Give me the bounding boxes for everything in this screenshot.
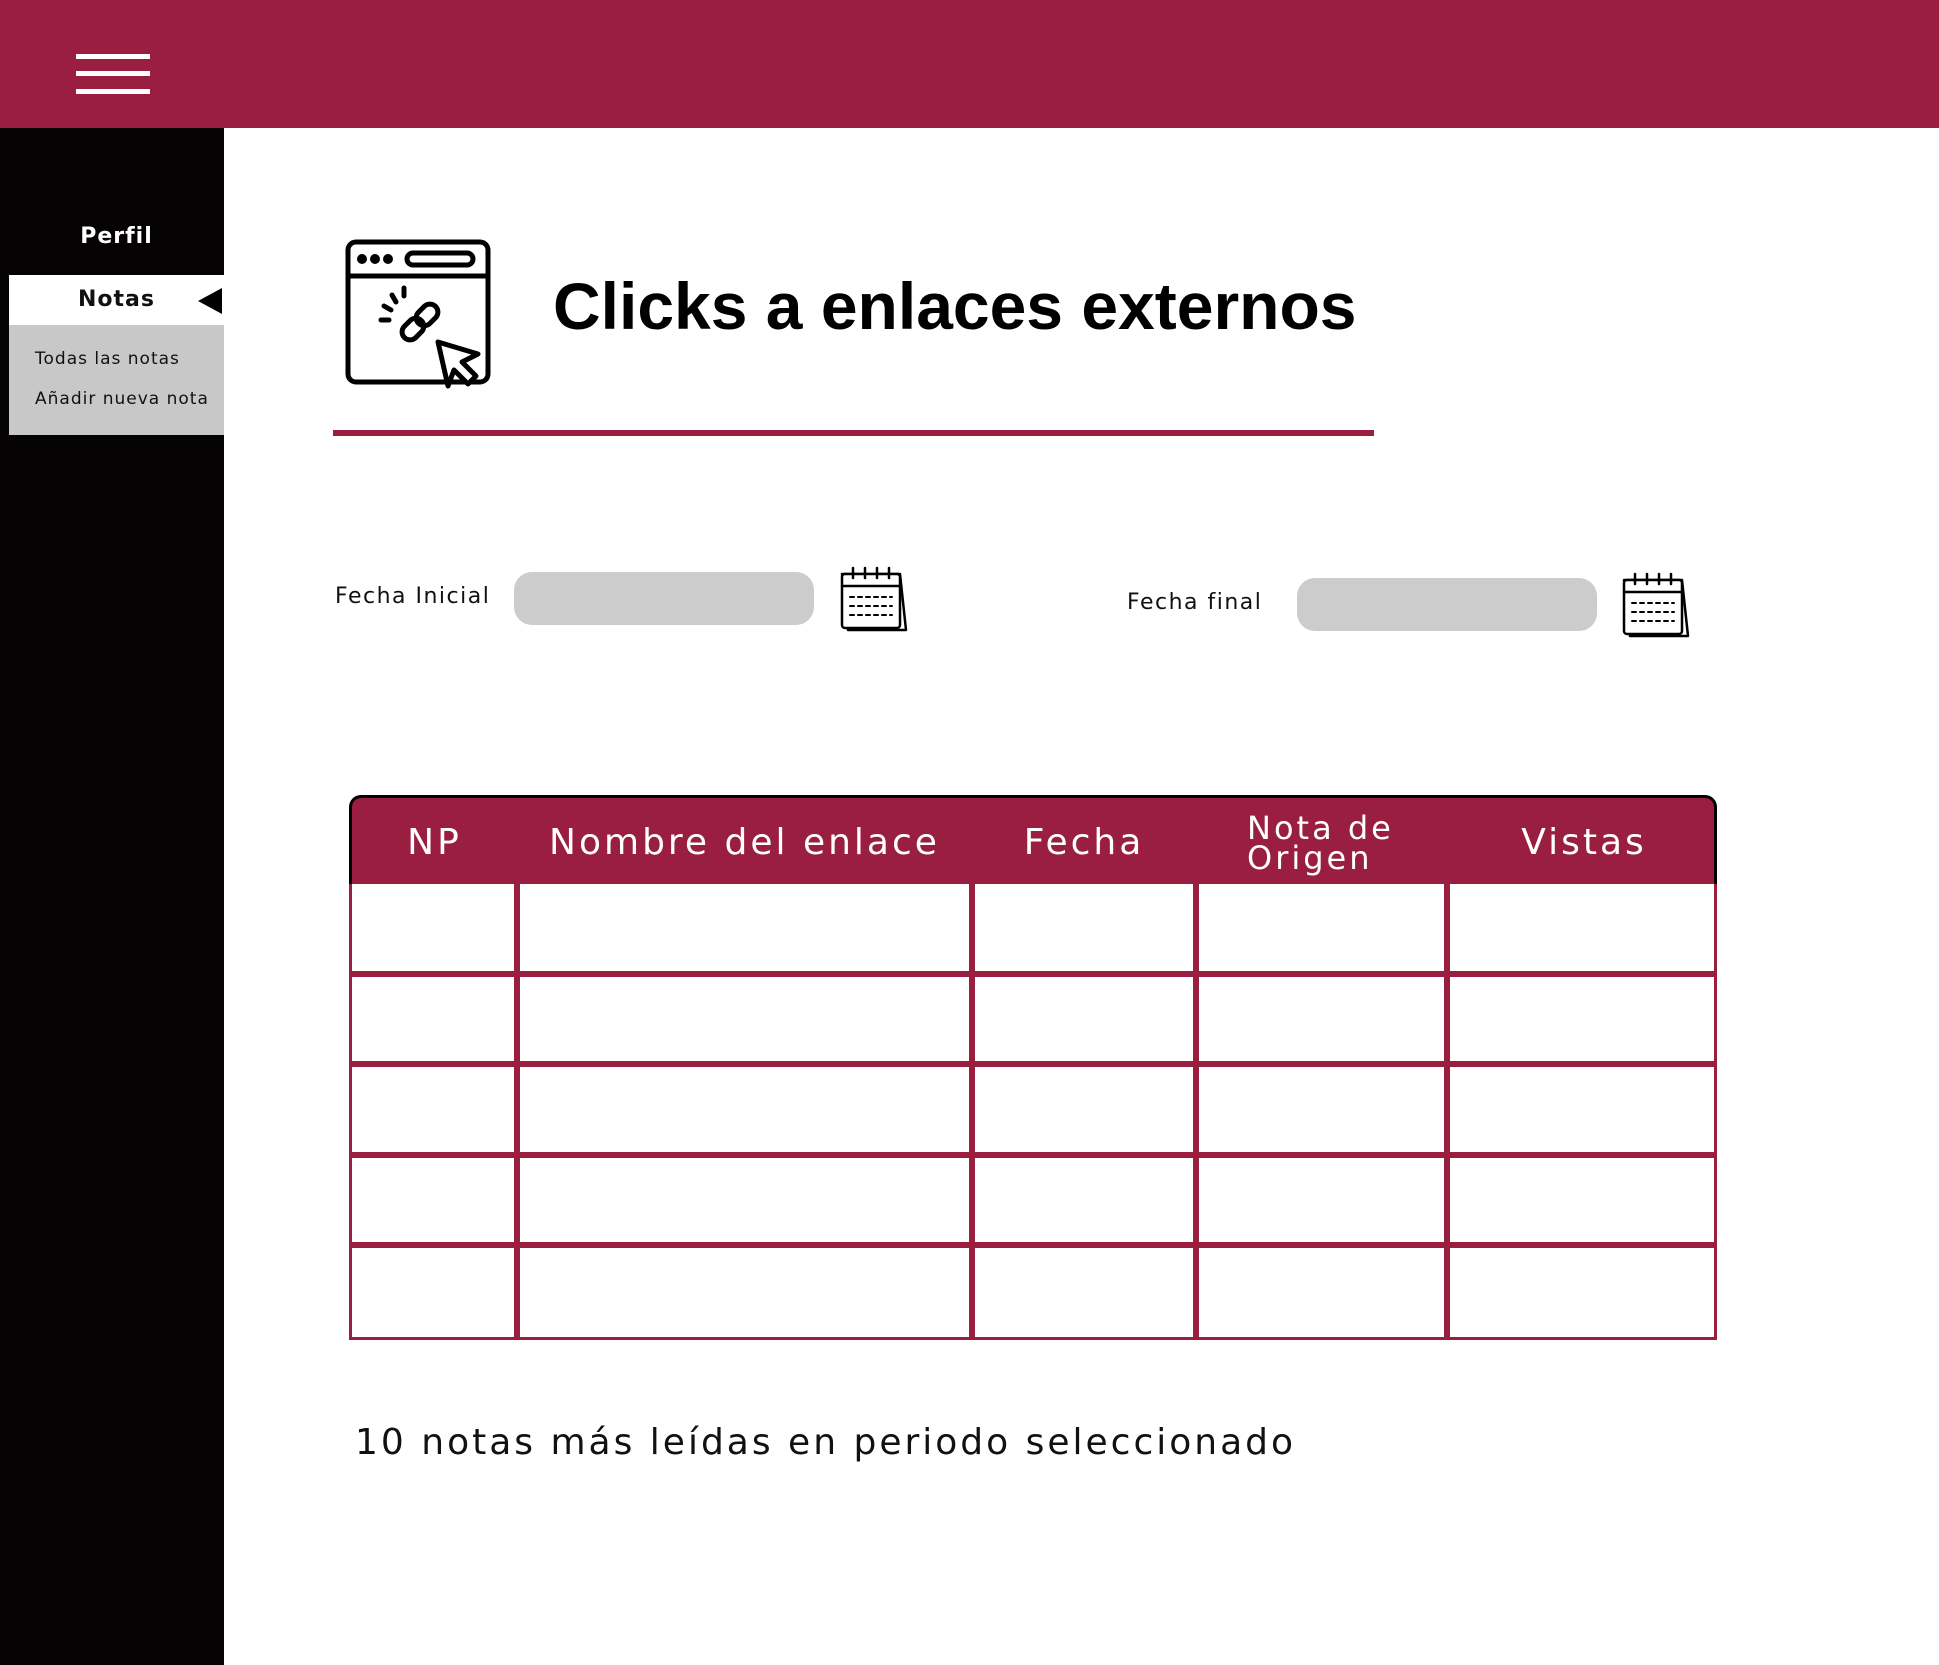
table-header: NP Nombre del enlace Fecha Nota de Orige…: [349, 795, 1717, 884]
table-row: [352, 977, 1714, 1068]
column-header-nota-de-origen: Nota de Origen: [1247, 808, 1394, 877]
column-header-nombre-del-enlace: Nombre del enlace: [549, 822, 940, 863]
column-divider: [1444, 884, 1450, 1337]
title-divider: [333, 430, 1374, 436]
links-table: NP Nombre del enlace Fecha Nota de Orige…: [349, 795, 1717, 1340]
notas-submenu: Todas las notas Añadir nueva nota: [9, 325, 224, 435]
start-date-label: Fecha Inicial: [335, 584, 491, 609]
column-divider: [514, 884, 520, 1337]
submenu-item-anadir-nueva-nota[interactable]: Añadir nueva nota: [35, 389, 209, 409]
calendar-icon[interactable]: [1620, 570, 1692, 640]
sidebar-item-notas[interactable]: Notas: [9, 275, 224, 325]
column-divider: [969, 884, 975, 1337]
end-date-input[interactable]: [1297, 578, 1597, 631]
table-row: [352, 1158, 1714, 1249]
table-body: [349, 884, 1717, 1340]
sidebar: Perfil Notas Todas las notas Añadir nuev…: [0, 128, 224, 1665]
page-title: Clicks a enlaces externos: [553, 269, 1357, 343]
sidebar-item-label: Notas: [78, 287, 155, 312]
hamburger-menu-icon[interactable]: [76, 54, 150, 96]
end-date-label: Fecha final: [1127, 590, 1263, 615]
table-caption: 10 notas más leídas en periodo seleccion…: [355, 1422, 1297, 1463]
calendar-icon[interactable]: [838, 564, 910, 634]
column-header-fecha: Fecha: [1023, 822, 1145, 863]
column-header-np: NP: [407, 822, 462, 863]
active-arrow-icon: [198, 288, 222, 314]
column-header-vistas: Vistas: [1521, 822, 1647, 863]
sidebar-item-perfil[interactable]: Perfil: [9, 224, 224, 249]
submenu-item-todas-las-notas[interactable]: Todas las notas: [35, 349, 180, 369]
browser-link-click-icon: [345, 239, 491, 389]
table-row: [352, 1067, 1714, 1158]
table-row: [352, 884, 1714, 975]
column-divider: [1193, 884, 1199, 1337]
start-date-input[interactable]: [514, 572, 814, 625]
top-bar: [0, 0, 1939, 128]
table-row: [352, 1248, 1714, 1339]
